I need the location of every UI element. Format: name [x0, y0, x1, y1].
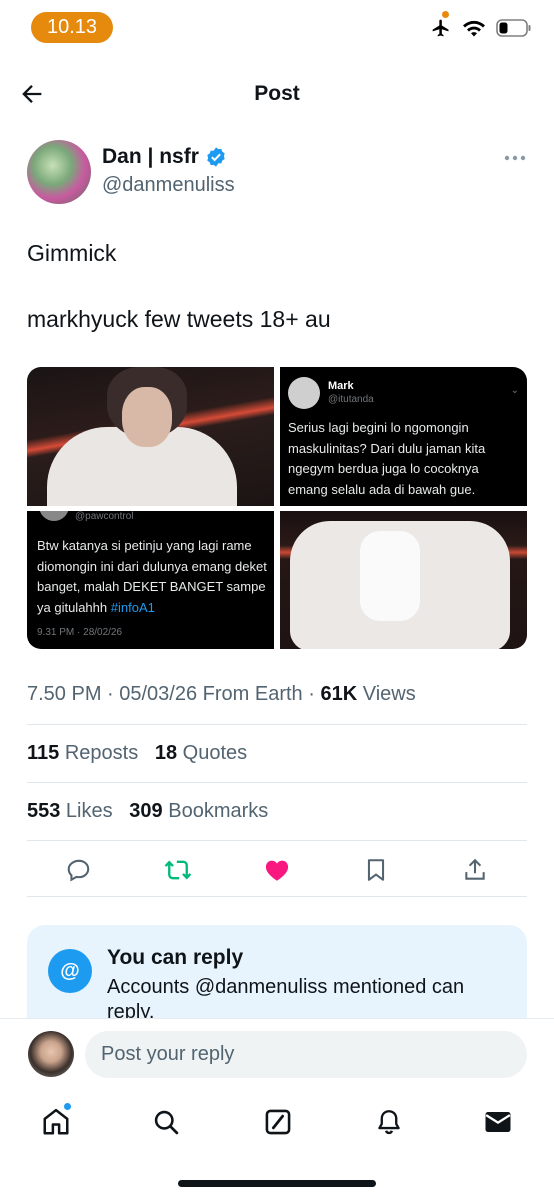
author-name[interactable]: Dan | nsfr [102, 145, 199, 169]
more-options-button[interactable] [503, 149, 527, 165]
wifi-icon [462, 19, 486, 42]
repost-icon [164, 860, 192, 880]
repost-button[interactable] [160, 852, 196, 888]
quotes-stat[interactable]: 18 Quotes [155, 742, 247, 764]
likes-stat[interactable]: 553 Likes [27, 800, 113, 822]
divider [27, 724, 527, 725]
home-indicator [178, 1180, 376, 1187]
views-count: 61K [320, 683, 358, 705]
media-embedded-tweet-1[interactable]: Mark @itutanda ⌄ Serius lagi begini lo n… [280, 367, 527, 506]
photo-shirt [360, 531, 420, 621]
home-notification-dot [63, 1102, 72, 1111]
author-name-row[interactable]: Dan | nsfr [102, 145, 227, 169]
embed-avatar [39, 511, 69, 521]
reply-card-title: You can reply [107, 946, 244, 969]
post-timestamp: 7.50 PM · 05/03/26 From Earth · [27, 683, 321, 705]
tab-notifications[interactable] [369, 1102, 409, 1142]
notifications-icon [378, 1110, 400, 1135]
post-meta: 7.50 PM · 05/03/26 From Earth · 61K View… [27, 683, 416, 706]
bookmarks-stat[interactable]: 309 Bookmarks [129, 800, 268, 822]
embed-text: Btw katanya si petinju yang lagi rame di… [37, 536, 272, 618]
author-block: Dan | nsfr @danmenuliss [27, 139, 527, 205]
tab-home[interactable] [36, 1102, 76, 1142]
embed-date: 9.31 PM · 28/02/26 [37, 627, 123, 638]
reply-input[interactable] [85, 1031, 527, 1078]
author-handle[interactable]: @danmenuliss [102, 174, 235, 197]
divider [27, 782, 527, 783]
media-photo-1[interactable] [27, 367, 274, 506]
stats-row-reposts: 115 Reposts 18 Quotes [27, 742, 247, 765]
embed-handle: @pawcontrol [75, 511, 134, 522]
reposts-stat[interactable]: 115 Reposts [27, 742, 138, 764]
embed-hashtag: #infoA1 [110, 599, 155, 615]
divider [27, 840, 527, 841]
like-icon [265, 860, 289, 881]
status-time: 10.13 [31, 12, 113, 43]
verified-badge-icon [207, 147, 225, 167]
like-button[interactable] [259, 852, 295, 888]
airplane-icon [430, 18, 452, 43]
post-header: Post [0, 70, 554, 118]
media-embedded-tweet-2[interactable]: @pawcontrol Btw katanya si petinju yang … [27, 511, 274, 649]
share-button[interactable] [457, 852, 493, 888]
embed-name: Mark [328, 380, 354, 392]
divider [27, 896, 527, 897]
views-label: Views [357, 683, 416, 705]
reply-icon [67, 859, 90, 882]
action-bar [27, 852, 527, 888]
home-icon [43, 1108, 69, 1135]
user-avatar[interactable] [28, 1031, 74, 1077]
at-mention-icon: @ [48, 949, 92, 993]
tab-search[interactable] [146, 1102, 186, 1142]
messages-icon [485, 1112, 511, 1132]
media-grid: Mark @itutanda ⌄ Serius lagi begini lo n… [27, 367, 527, 649]
reply-composer [0, 1018, 554, 1090]
stats-row-likes: 553 Likes 309 Bookmarks [27, 800, 268, 823]
embed-handle: @itutanda [328, 394, 374, 405]
embed-avatar [288, 377, 320, 409]
status-bar: 10.13 [0, 0, 554, 56]
author-avatar[interactable] [27, 140, 91, 204]
reply-button[interactable] [61, 852, 97, 888]
media-photo-2[interactable] [280, 511, 527, 649]
chevron-down-icon: ⌄ [510, 385, 519, 396]
page-title: Post [254, 82, 300, 105]
bookmark-icon [367, 859, 385, 881]
bottom-tab-bar [0, 1090, 554, 1160]
status-icons [430, 10, 532, 50]
tweet-text-line-2: markhyuck few tweets 18+ au [27, 306, 331, 332]
search-icon [154, 1110, 179, 1135]
bookmark-button[interactable] [358, 852, 394, 888]
embed-text: Serius lagi begini lo ngomongin maskulin… [288, 420, 486, 497]
more-dots-icon [504, 155, 526, 161]
tab-messages[interactable] [478, 1102, 518, 1142]
grok-icon [265, 1109, 291, 1135]
share-icon [465, 858, 485, 880]
battery-icon [496, 18, 532, 43]
photo-face [122, 387, 172, 447]
tab-grok[interactable] [258, 1102, 298, 1142]
tweet-text-line-1: Gimmick [27, 240, 117, 266]
